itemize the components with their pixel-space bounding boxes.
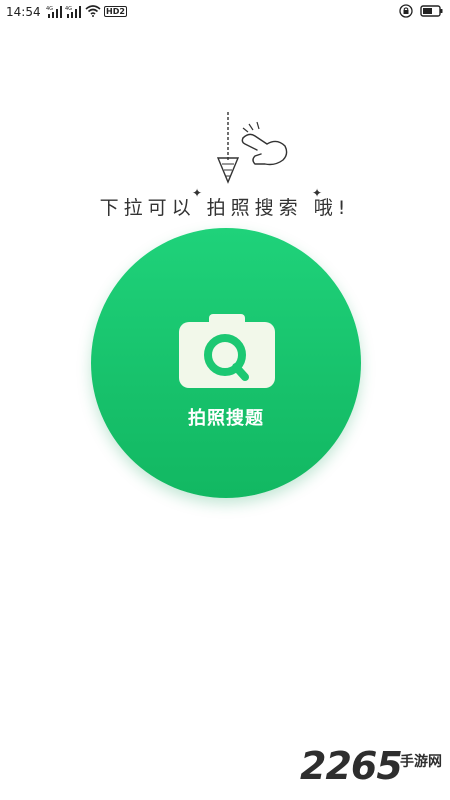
svg-text:4G: 4G	[46, 6, 53, 12]
wifi-icon	[85, 5, 101, 17]
status-time: 14:54	[6, 5, 41, 19]
status-bar: 14:54 4G 4G HD2	[0, 0, 450, 24]
photo-search-button[interactable]: 拍照搜题	[91, 228, 361, 498]
pull-down-hint-text: 下拉可以 拍照搜索 哦!	[99, 197, 351, 219]
watermark-logo: 2265 手游网	[300, 744, 448, 794]
pull-down-gesture-icon	[216, 112, 288, 184]
hd-icon: HD2	[104, 6, 127, 17]
watermark-number: 2265	[300, 744, 403, 788]
photo-search-label: 拍照搜题	[188, 408, 264, 429]
watermark-text: 手游网	[400, 754, 442, 770]
camera-search-icon	[179, 314, 275, 388]
svg-text:4G: 4G	[65, 6, 72, 12]
signal-icon: 4G	[46, 6, 62, 18]
lock-rotation-icon	[399, 4, 413, 18]
battery-icon	[420, 5, 443, 17]
signal-icon: 4G	[65, 6, 81, 18]
